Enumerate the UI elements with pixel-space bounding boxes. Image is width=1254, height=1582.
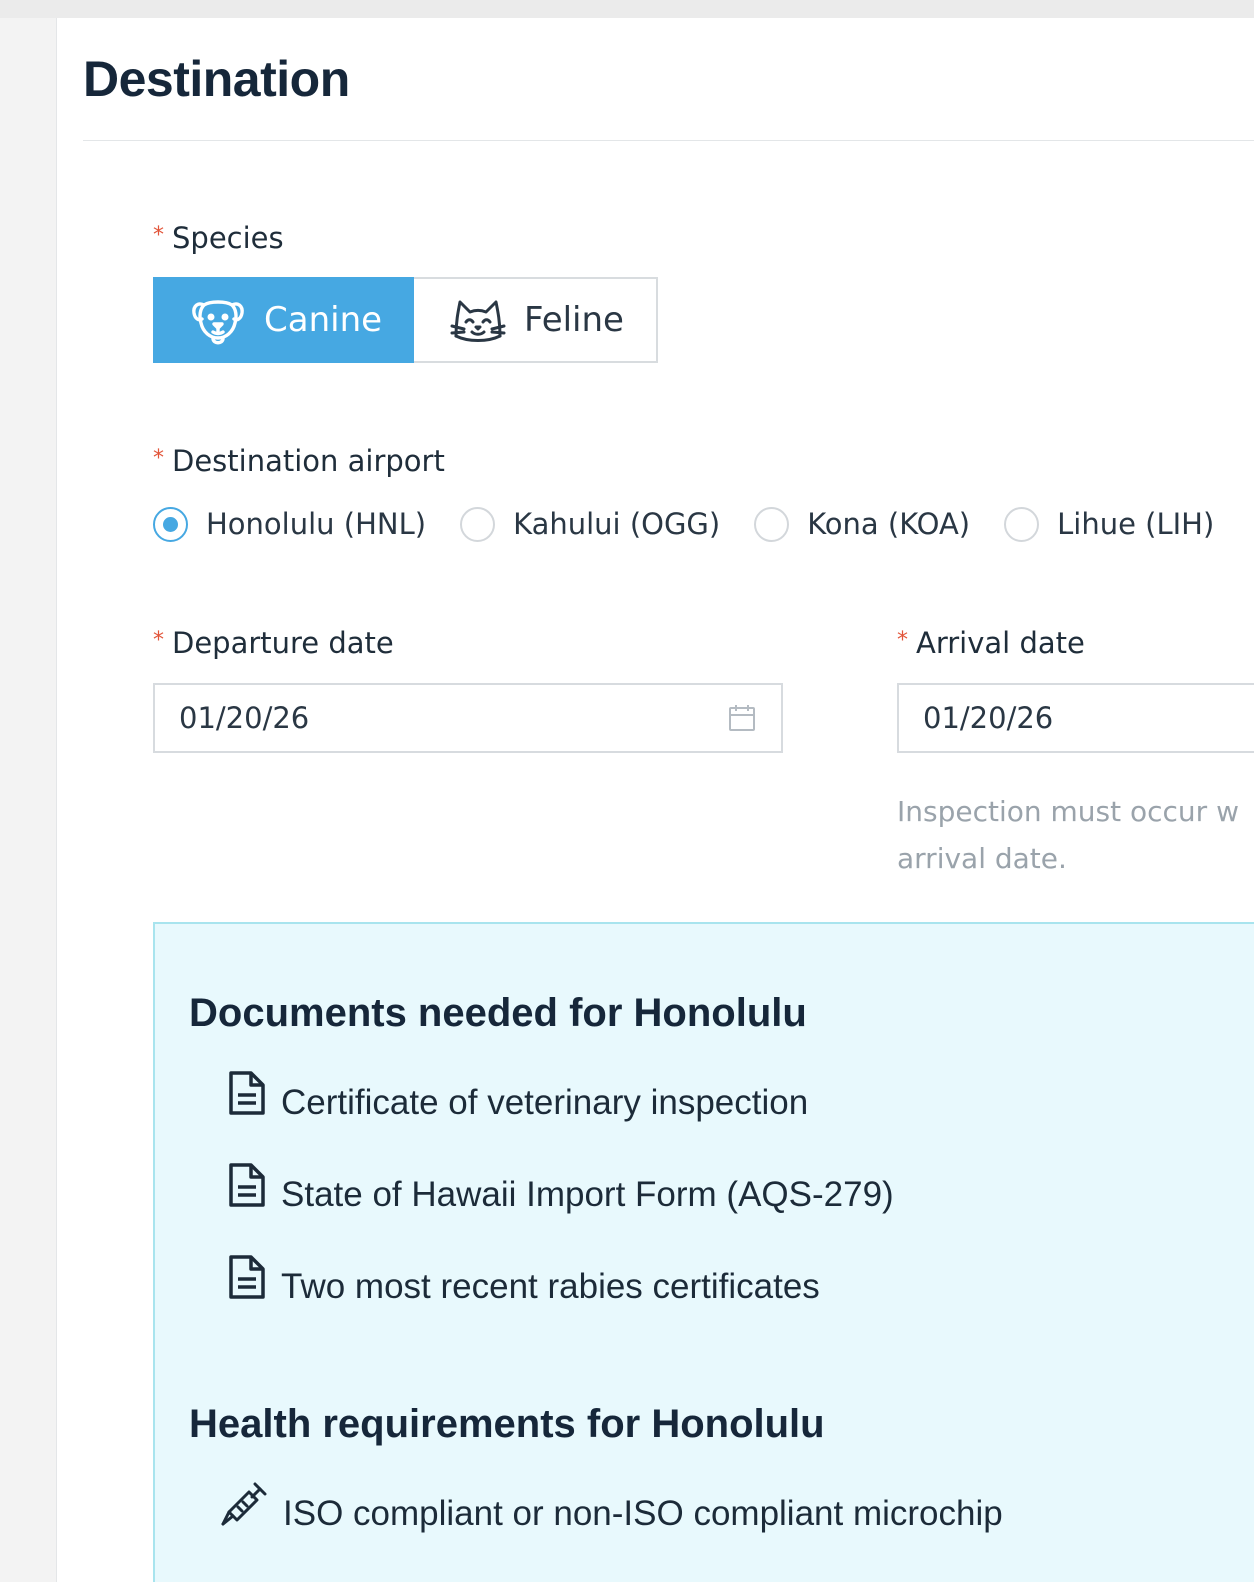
arrival-date-value: 01/20/26 bbox=[923, 701, 1054, 735]
dog-icon bbox=[190, 292, 246, 348]
radio-button-lih[interactable] bbox=[1004, 506, 1040, 542]
required-asterisk: * bbox=[153, 628, 164, 653]
document-item: State of Hawaii Import Form (AQS-279) bbox=[225, 1163, 894, 1219]
required-asterisk: * bbox=[897, 628, 908, 653]
radio-option-ogg[interactable]: Kahului (OGG) bbox=[460, 506, 721, 542]
health-item-label: ISO compliant or non-ISO compliant micro… bbox=[283, 1494, 1003, 1533]
health-item: ISO compliant or non-ISO compliant micro… bbox=[219, 1482, 1003, 1538]
species-canine-label: Canine bbox=[264, 300, 383, 340]
radio-option-koa[interactable]: Kona (KOA) bbox=[754, 506, 971, 542]
airport-label-text: Destination airport bbox=[172, 444, 445, 478]
species-label: * Species bbox=[153, 218, 284, 256]
radio-label-hnl: Honolulu (HNL) bbox=[206, 507, 427, 541]
document-item: Certificate of veterinary inspection bbox=[225, 1071, 809, 1127]
documents-heading: Documents needed for Honolulu bbox=[189, 991, 807, 1035]
departure-date-label-text: Departure date bbox=[172, 626, 394, 660]
species-feline-button[interactable]: Feline bbox=[414, 277, 658, 363]
syringe-icon bbox=[219, 1480, 269, 1528]
radio-option-lih[interactable]: Lihue (LIH) bbox=[1004, 506, 1215, 542]
species-canine-button[interactable]: Canine bbox=[153, 277, 414, 363]
radio-button-hnl[interactable] bbox=[153, 506, 188, 542]
species-toggle-group: Canine Feline bbox=[153, 277, 658, 363]
radio-label-koa: Kona (KOA) bbox=[807, 507, 971, 541]
document-icon bbox=[225, 1161, 269, 1209]
window-top-strip bbox=[0, 0, 1254, 18]
radio-button-koa[interactable] bbox=[754, 506, 790, 542]
cat-icon bbox=[450, 292, 506, 348]
arrival-date-input[interactable]: 01/20/26 bbox=[897, 683, 1254, 753]
arrival-hint-line-2: arrival date. bbox=[897, 842, 1067, 875]
calendar-icon[interactable] bbox=[727, 703, 757, 733]
required-asterisk: * bbox=[153, 446, 164, 471]
airport-radio-group: Honolulu (HNL) Kahului (OGG) Kona (KOA) … bbox=[153, 505, 1248, 543]
required-asterisk: * bbox=[153, 223, 164, 248]
document-item: Two most recent rabies certificates bbox=[225, 1255, 820, 1311]
destination-card: Destination * Species Canine Feline * De… bbox=[56, 18, 1254, 1582]
radio-label-lih: Lihue (LIH) bbox=[1057, 507, 1215, 541]
radio-label-ogg: Kahului (OGG) bbox=[513, 507, 721, 541]
arrival-date-label-text: Arrival date bbox=[916, 626, 1085, 660]
species-label-text: Species bbox=[172, 221, 284, 255]
species-feline-label: Feline bbox=[524, 300, 624, 340]
document-icon bbox=[225, 1069, 269, 1117]
document-label: State of Hawaii Import Form (AQS-279) bbox=[281, 1175, 894, 1214]
departure-date-label: * Departure date bbox=[153, 623, 394, 661]
radio-button-ogg[interactable] bbox=[460, 506, 496, 542]
departure-date-input[interactable]: 01/20/26 bbox=[153, 683, 783, 753]
health-heading: Health requirements for Honolulu bbox=[189, 1402, 825, 1446]
requirements-panel: Documents needed for Honolulu Certificat… bbox=[153, 922, 1254, 1582]
document-icon bbox=[225, 1253, 269, 1301]
card-header: Destination bbox=[83, 46, 1254, 141]
arrival-hint-line-1: Inspection must occur w bbox=[897, 795, 1239, 828]
radio-option-hnl[interactable]: Honolulu (HNL) bbox=[153, 506, 427, 542]
document-label: Two most recent rabies certificates bbox=[281, 1267, 820, 1306]
arrival-date-hint: Inspection must occur w arrival date. bbox=[897, 788, 1254, 882]
airport-label: * Destination airport bbox=[153, 441, 445, 479]
departure-date-value: 01/20/26 bbox=[179, 701, 310, 735]
arrival-date-label: * Arrival date bbox=[897, 623, 1085, 661]
document-label: Certificate of veterinary inspection bbox=[281, 1083, 809, 1122]
page-title: Destination bbox=[83, 51, 350, 107]
